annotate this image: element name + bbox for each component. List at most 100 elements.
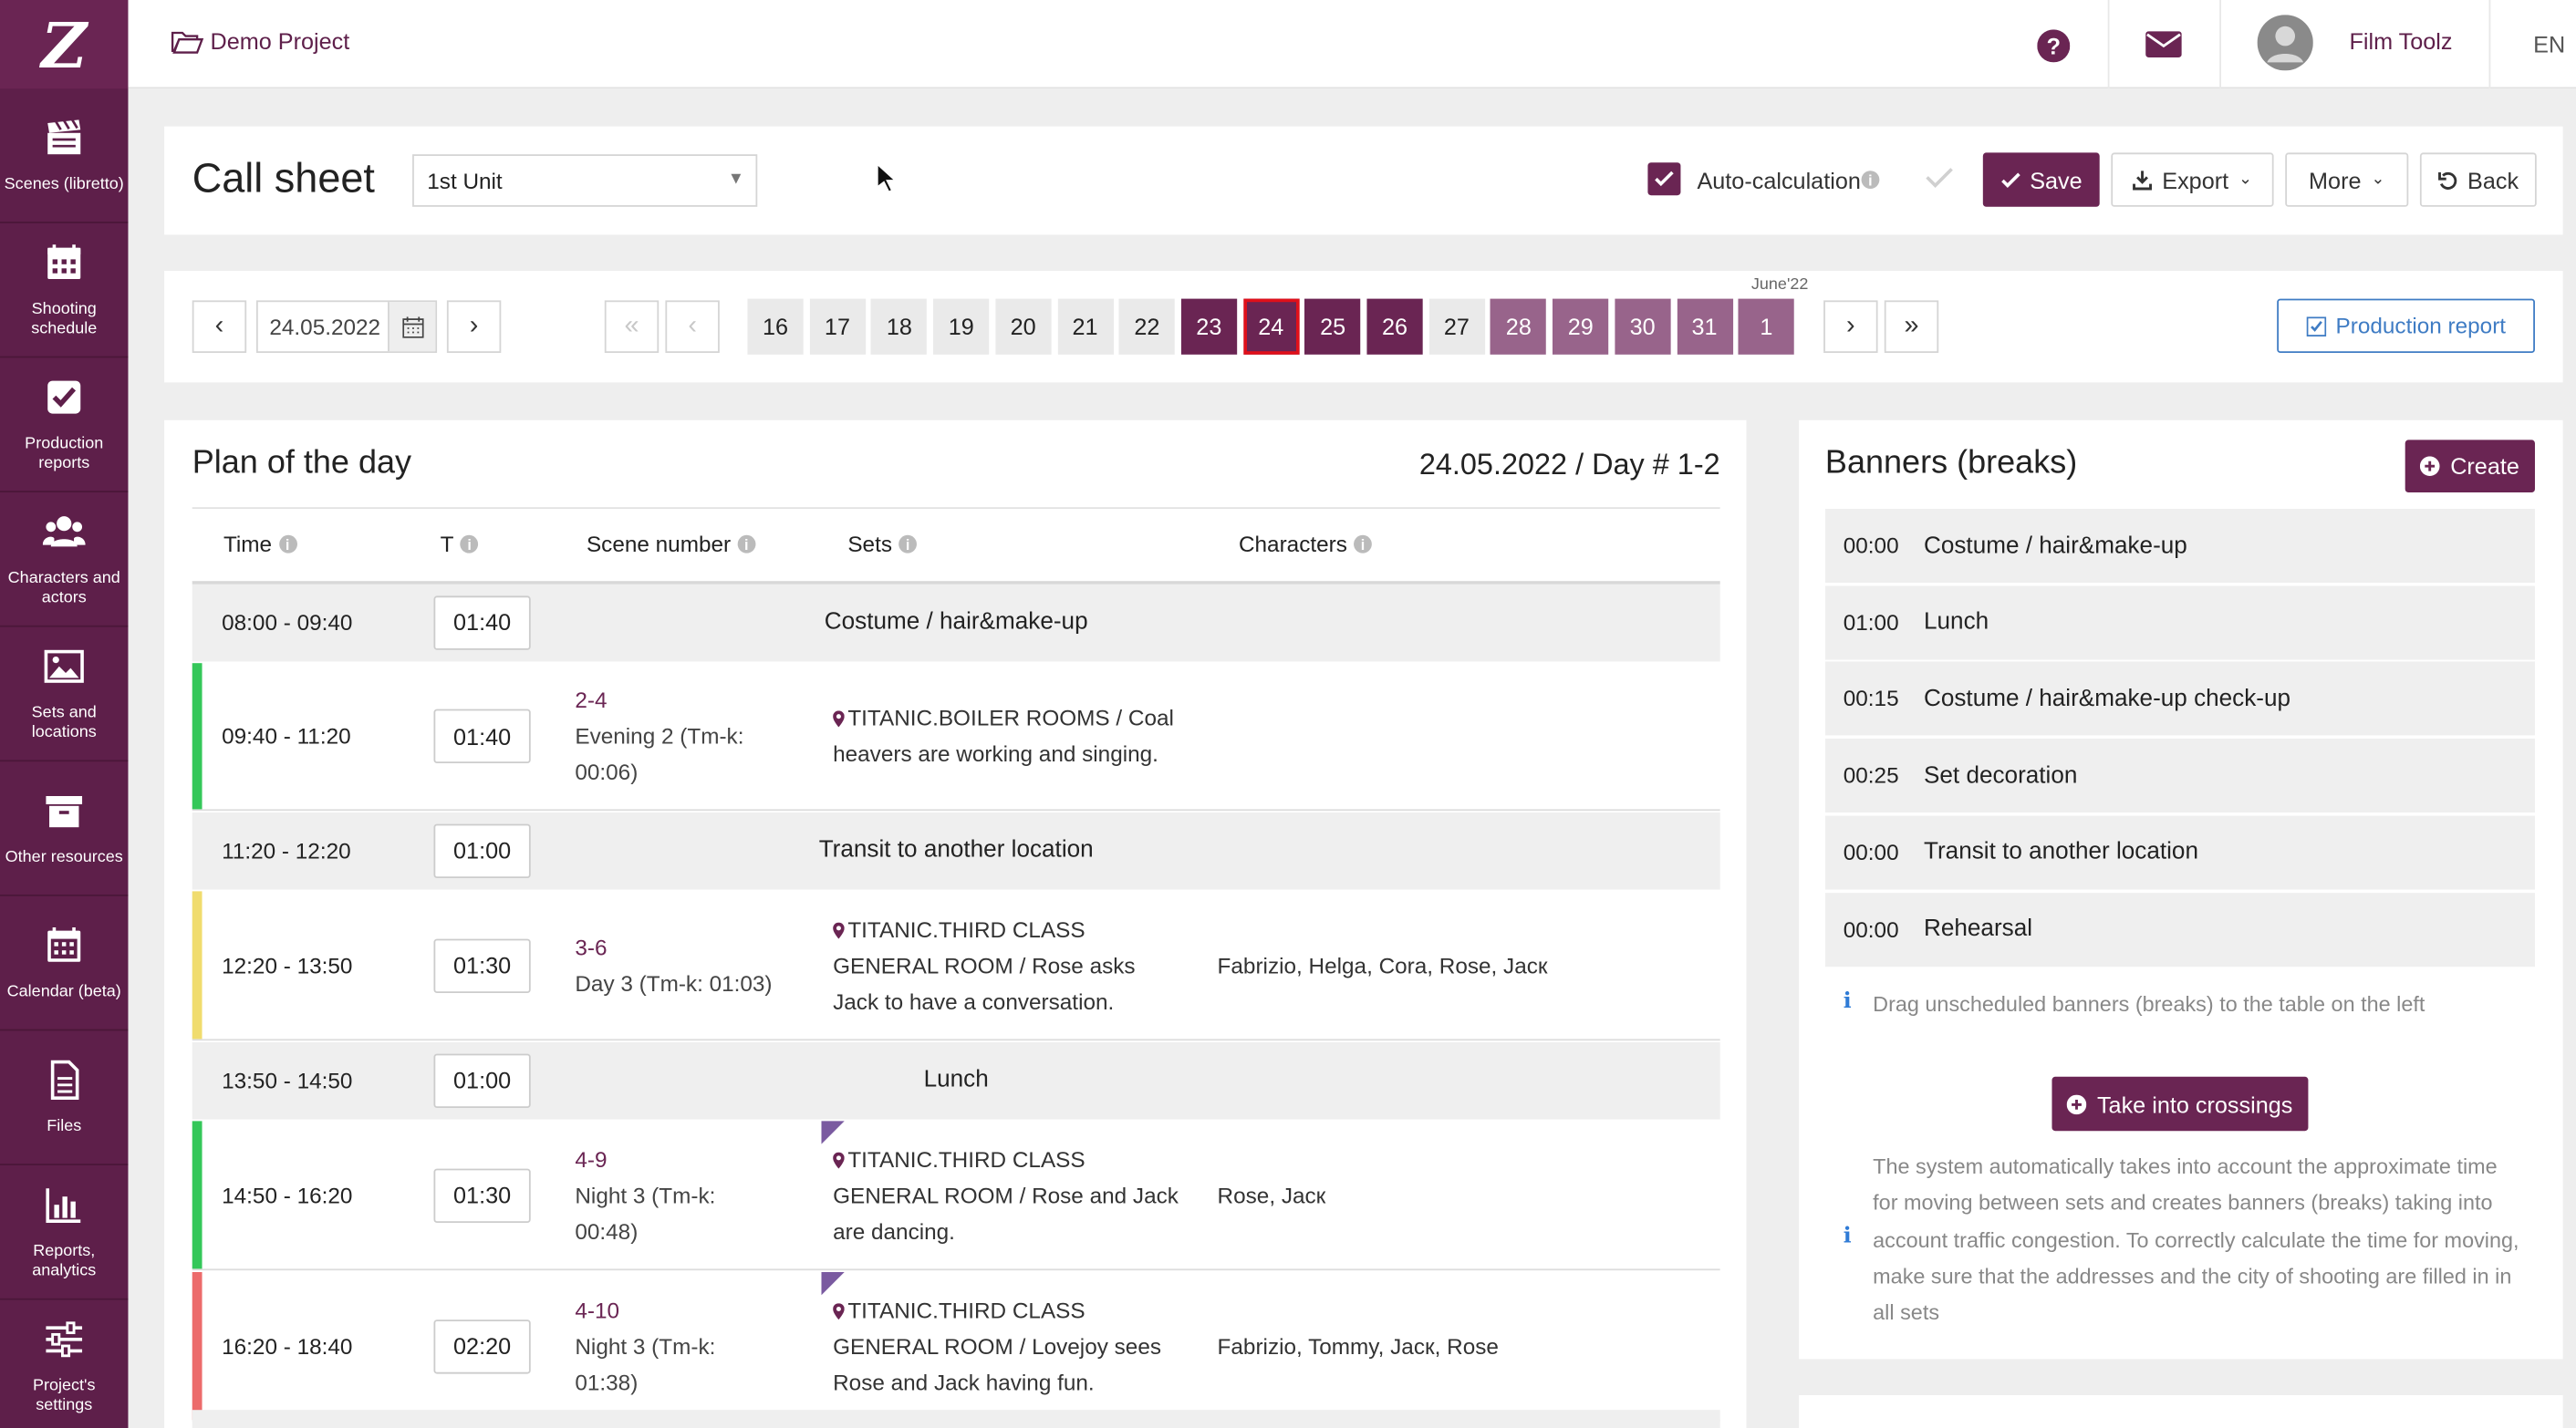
language-switch[interactable]: EN (2533, 31, 2565, 57)
day-28[interactable]: 28 (1491, 298, 1547, 355)
create-banner-button[interactable]: Create (2405, 440, 2535, 492)
sidebar-item-shooting-schedule[interactable]: Shooting schedule (0, 223, 129, 358)
chevron-down-icon (731, 173, 742, 184)
col-scene-number[interactable]: Scene number i (587, 532, 756, 556)
row-time: 16:20 - 18:40 (222, 1333, 353, 1359)
undo-icon (2437, 171, 2457, 190)
mail-icon[interactable] (2145, 31, 2182, 57)
sidebar-item-scenes-libretto[interactable]: Scenes (libretto) (0, 88, 129, 223)
sidebar-item-files[interactable]: Files (0, 1030, 129, 1165)
day-23[interactable]: 23 (1180, 298, 1237, 355)
avatar[interactable] (2257, 15, 2313, 71)
set-line: heavers are working and singing. (833, 737, 1194, 773)
next-page-button[interactable]: › (1823, 300, 1878, 353)
first-page-button[interactable]: « (604, 300, 660, 353)
duration-input[interactable]: 01:30 (433, 1167, 531, 1223)
production-report-button[interactable]: Production report (2277, 298, 2535, 353)
banner-row[interactable]: 13:50 - 14:50 01:00 Lunch (192, 1042, 1720, 1120)
day-31[interactable]: 31 (1676, 298, 1733, 355)
scene-desc: Evening 2 (Tm-k: (575, 723, 744, 749)
day-19[interactable]: 19 (933, 298, 990, 355)
more-label: More (2309, 166, 2362, 193)
export-label: Export (2162, 166, 2229, 193)
take-into-crossings-button[interactable]: Take into crossings (2051, 1076, 2309, 1132)
scene-row[interactable]: 16:20 - 18:40 02:20 4-10 Night 3 (Tm-k: 01:3… (192, 1272, 1720, 1422)
scene-row[interactable]: 12:20 - 13:50 01:30 3-6 Day 3 (Tm-k: 01:03)… (192, 891, 1720, 1041)
info-icon: i (1354, 534, 1372, 554)
prev-date-button[interactable]: ‹ (192, 300, 247, 353)
unit-select[interactable]: 1st Unit (412, 154, 758, 207)
day-20[interactable]: 20 (995, 298, 1052, 355)
banner-item[interactable]: 00:00 Costume / hair&make-up (1824, 509, 2535, 583)
banner-item[interactable]: 01:00 Lunch (1824, 585, 2535, 660)
duration-input[interactable]: 02:20 (433, 1319, 531, 1373)
scene-number[interactable]: 3-6 (575, 930, 772, 967)
col-characters[interactable]: Characters i (1239, 532, 1372, 556)
col-time-label: Time (223, 532, 273, 557)
day-24[interactable]: 24 (1242, 298, 1299, 355)
sidebar-item-label: Characters and actors (7, 568, 120, 607)
calendar-grid-icon (43, 241, 86, 290)
banner-row[interactable]: 11:20 - 12:20 01:00 Transit to another loc… (192, 812, 1720, 890)
day-29[interactable]: 29 (1553, 298, 1609, 355)
sidebar-item-calendar-beta[interactable]: Calendar (beta) (0, 896, 129, 1031)
export-button[interactable]: Export ⌄ (2111, 152, 2274, 207)
project-link[interactable]: Demo Project (171, 28, 349, 54)
banner-item[interactable]: 00:25 Set decoration (1824, 739, 2535, 813)
calendar-icon[interactable] (388, 302, 436, 352)
banner-item[interactable]: 00:00 Rehearsal (1824, 892, 2535, 967)
day-25[interactable]: 25 (1304, 298, 1361, 355)
sidebar-item-characters-and-actors[interactable]: Characters and actors (0, 492, 129, 627)
back-label: Back (2467, 166, 2519, 193)
day-21[interactable]: 21 (1056, 298, 1114, 355)
scene-number[interactable]: 4-10 (575, 1293, 715, 1330)
day-1[interactable]: 1 (1738, 298, 1795, 355)
scene-row[interactable]: 14:50 - 16:20 01:30 4-9 Night 3 (Tm-k: 00:48… (192, 1121, 1720, 1271)
day-17[interactable]: 17 (809, 298, 866, 355)
save-button[interactable]: Save (1982, 152, 2100, 207)
duration-input[interactable]: 01:30 (433, 937, 531, 993)
scene-cell[interactable]: 4-9 Night 3 (Tm-k: 00:48) (575, 1142, 715, 1250)
user-name[interactable]: Film Toolz (2349, 28, 2452, 55)
sidebar-item-reports-analytics[interactable]: Reports, analytics (0, 1165, 129, 1300)
sidebar-item-production-reports[interactable]: Production reports (0, 357, 129, 492)
prev-page-button[interactable]: ‹ (665, 300, 720, 353)
scene-cell[interactable]: 2-4 Evening 2 (Tm-k: 00:06) (575, 683, 743, 792)
day-22[interactable]: 22 (1118, 298, 1176, 355)
day-16[interactable]: 16 (747, 298, 804, 355)
day-26[interactable]: 26 (1366, 298, 1423, 355)
more-button[interactable]: More ⌄ (2285, 152, 2409, 207)
row-time: 14:50 - 16:20 (222, 1182, 353, 1207)
info-icon: i (898, 534, 917, 554)
day-27[interactable]: 27 (1428, 298, 1485, 355)
image-icon (43, 645, 86, 694)
sidebar-item-sets-and-locations[interactable]: Sets and locations (0, 627, 129, 762)
set-text: GENERAL ROOM / Lovejoy sees (833, 1333, 1162, 1359)
last-page-button[interactable]: » (1884, 300, 1939, 353)
sets-cell: TITANIC.THIRD CLASS GENERAL ROOM / Lovejo… (833, 1293, 1194, 1402)
note-line: all sets (1873, 1299, 1940, 1325)
help-icon[interactable]: ? (2037, 29, 2071, 63)
app-logo[interactable]: Z (0, 0, 129, 89)
duration-input[interactable]: 01:40 (433, 709, 531, 763)
banner-row[interactable]: 08:00 - 09:40 01:40 Costume / hair&make-up (192, 584, 1720, 662)
day-18[interactable]: 18 (871, 298, 928, 355)
date-input[interactable]: 24.05.2022 (255, 300, 438, 353)
sidebar-item-project-s-settings[interactable]: Project's settings (0, 1300, 128, 1428)
banner-item[interactable]: 00:15 Costume / hair&make-up check-up (1824, 662, 2535, 737)
scene-row[interactable]: 09:40 - 11:20 01:40 2-4 Evening 2 (Tm-k: 00:… (192, 663, 1720, 812)
banner-item[interactable]: 00:00 Transit to another location (1824, 815, 2535, 890)
next-date-button[interactable]: › (446, 300, 502, 353)
day-30[interactable]: 30 (1615, 298, 1671, 355)
sidebar-item-other-resources[interactable]: Other resources (0, 761, 129, 896)
scene-cell[interactable]: 4-10 Night 3 (Tm-k: 01:38) (575, 1293, 715, 1402)
scene-number[interactable]: 4-9 (575, 1142, 715, 1178)
col-t[interactable]: Ti (441, 532, 479, 556)
scene-cell[interactable]: 3-6 Day 3 (Tm-k: 01:03) (575, 930, 772, 1002)
auto-calculation-checkbox[interactable] (1647, 162, 1681, 196)
scene-number[interactable]: 2-4 (575, 683, 743, 719)
col-sets[interactable]: Sets i (847, 532, 917, 556)
sidebar-item-label: Project's settings (32, 1376, 96, 1414)
back-button[interactable]: Back (2419, 152, 2537, 207)
col-time[interactable]: Time i (223, 532, 297, 557)
